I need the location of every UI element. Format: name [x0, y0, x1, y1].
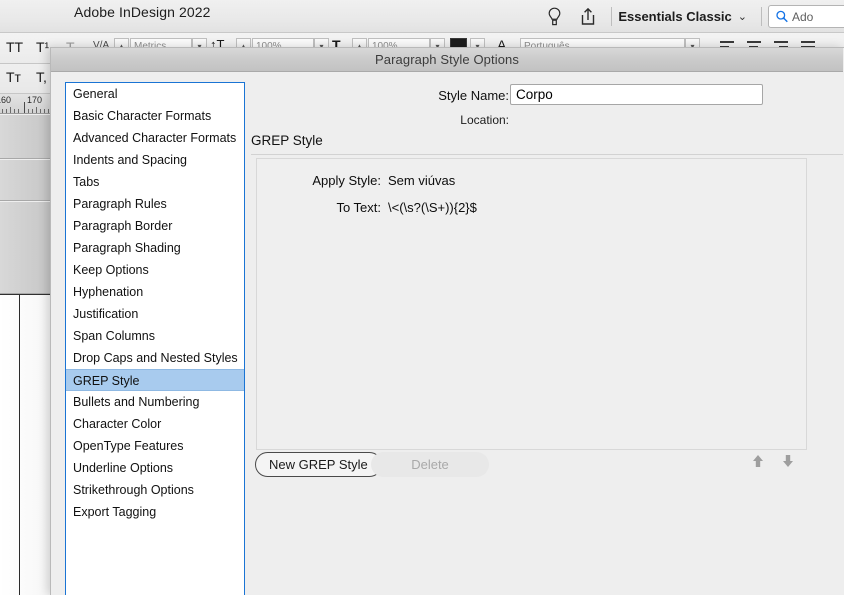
new-grep-style-button[interactable]: New GREP Style — [255, 452, 382, 477]
grep-style-list[interactable]: Apply Style: Sem viúvas To Text: \<(\s?(… — [256, 158, 807, 450]
apply-style-label: Apply Style: — [312, 173, 381, 188]
document-page — [0, 294, 52, 595]
app-title: Adobe InDesign 2022 — [74, 4, 211, 20]
chevron-down-icon[interactable]: ⌄ — [736, 10, 755, 23]
category-item-strikethrough-options[interactable]: Strikethrough Options — [66, 479, 244, 501]
dialog-title: Paragraph Style Options — [375, 52, 519, 67]
ruler-label-170: 170 — [27, 95, 43, 105]
category-item-underline-options[interactable]: Underline Options — [66, 457, 244, 479]
category-item-general[interactable]: General — [66, 83, 244, 105]
category-item-export-tagging[interactable]: Export Tagging — [66, 501, 244, 523]
category-item-justification[interactable]: Justification — [66, 303, 244, 325]
page-margin-line — [19, 295, 20, 595]
paragraph-style-options-dialog: Paragraph Style Options General Basic Cha… — [50, 47, 844, 595]
titlebar-divider-2 — [761, 7, 762, 26]
category-item-opentype-features[interactable]: OpenType Features — [66, 435, 244, 457]
style-name-label: Style Name: — [438, 88, 509, 103]
workspace-switcher-label[interactable]: Essentials Classic — [618, 9, 735, 24]
section-title: GREP Style — [251, 133, 323, 148]
category-item-span-columns[interactable]: Span Columns — [66, 325, 244, 347]
arrow-up-icon[interactable] — [747, 450, 769, 472]
search-icon — [769, 10, 792, 23]
arrow-down-icon[interactable] — [777, 450, 799, 472]
category-item-advanced-character-formats[interactable]: Advanced Character Formats — [66, 127, 244, 149]
category-item-basic-character-formats[interactable]: Basic Character Formats — [66, 105, 244, 127]
category-item-grep-style[interactable]: GREP Style — [66, 369, 244, 391]
titlebar-right-controls: Essentials Classic ⌄ Ado — [537, 0, 844, 33]
category-item-drop-caps-and-nested-styles[interactable]: Drop Caps and Nested Styles — [66, 347, 244, 369]
doc-panel-block-3 — [0, 202, 52, 294]
category-item-keep-options[interactable]: Keep Options — [66, 259, 244, 281]
titlebar-divider — [611, 7, 613, 26]
small-caps-icon[interactable]: Tᴛ — [6, 69, 21, 85]
apply-style-value[interactable]: Sem viúvas — [388, 173, 455, 188]
category-item-character-color[interactable]: Character Color — [66, 413, 244, 435]
subscript-icon[interactable]: T, — [36, 69, 47, 85]
all-caps-icon[interactable]: TT — [6, 39, 23, 55]
app-titlebar: Adobe InDesign 2022 Essentials Classic ⌄ — [0, 0, 844, 33]
category-item-paragraph-rules[interactable]: Paragraph Rules — [66, 193, 244, 215]
to-text-label: To Text: — [336, 200, 381, 215]
category-item-hyphenation[interactable]: Hyphenation — [66, 281, 244, 303]
dialog-titlebar[interactable]: Paragraph Style Options — [51, 48, 843, 72]
horizontal-ruler[interactable]: 160 170 — [0, 94, 52, 114]
category-list[interactable]: General Basic Character Formats Advanced C… — [65, 82, 245, 595]
category-item-tabs[interactable]: Tabs — [66, 171, 244, 193]
category-item-paragraph-border[interactable]: Paragraph Border — [66, 215, 244, 237]
indesign-window: Adobe InDesign 2022 Essentials Classic ⌄ — [0, 0, 844, 595]
doc-panel-block-1 — [0, 115, 52, 159]
superscript-icon[interactable]: T¹ — [36, 39, 49, 55]
delete-grep-style-button[interactable]: Delete — [371, 452, 489, 477]
share-icon[interactable] — [571, 0, 605, 33]
style-name-input[interactable] — [510, 84, 763, 105]
search-input[interactable]: Ado — [768, 5, 844, 28]
category-item-paragraph-shading[interactable]: Paragraph Shading — [66, 237, 244, 259]
category-item-bullets-and-numbering[interactable]: Bullets and Numbering — [66, 391, 244, 413]
search-placeholder: Ado — [792, 9, 814, 24]
ruler-label-160: 160 — [0, 95, 12, 105]
to-text-value[interactable]: \<(\s?(\S+)){2}$ — [388, 200, 477, 215]
section-divider — [251, 154, 843, 155]
category-item-indents-and-spacing[interactable]: Indents and Spacing — [66, 149, 244, 171]
location-label: Location: — [460, 113, 509, 127]
doc-panel-block-2 — [0, 160, 52, 201]
lightbulb-icon[interactable] — [537, 0, 571, 33]
